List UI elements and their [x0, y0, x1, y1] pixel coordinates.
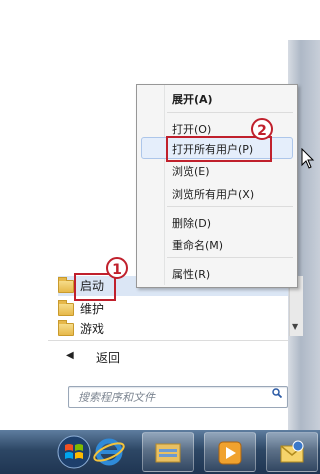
program-label: 游戏 [80, 322, 105, 336]
context-menu-gutter [164, 85, 165, 285]
menu-item-explore-all-users[interactable]: 浏览所有用户(X) [172, 186, 254, 202]
back-row[interactable] [48, 340, 288, 375]
annotation-badge-step-1: 1 [106, 257, 128, 279]
program-label: 维护 [80, 302, 105, 316]
media-player-icon [218, 441, 242, 465]
windows-start-orb-icon[interactable] [56, 432, 92, 472]
mouse-cursor-icon [301, 148, 315, 169]
menu-separator [167, 257, 293, 258]
menu-item-expand[interactable]: 展开(A) [172, 91, 213, 107]
menu-item-explore[interactable]: 浏览(E) [172, 163, 210, 179]
file-explorer-icon [155, 443, 181, 463]
annotation-box-step-2 [166, 136, 272, 162]
program-item-games[interactable]: 游戏 [58, 319, 288, 339]
back-label[interactable]: 返回 [96, 349, 120, 366]
internet-explorer-icon[interactable] [92, 434, 126, 470]
scroll-down-arrow-icon[interactable]: ▼ [292, 322, 298, 331]
folder-icon [58, 277, 74, 293]
folder-icon [58, 300, 74, 316]
menu-item-delete[interactable]: 删除(D) [172, 215, 211, 231]
search-placeholder: 搜索程序和文件 [78, 391, 155, 404]
annotation-box-step-1 [74, 273, 116, 301]
outlook-icon [280, 440, 304, 463]
menu-separator [167, 112, 293, 113]
annotation-badge-step-2: 2 [251, 118, 273, 140]
menu-item-rename[interactable]: 重命名(M) [172, 237, 223, 253]
menu-item-open[interactable]: 打开(O) [172, 121, 211, 137]
menu-item-properties[interactable]: 属性(R) [172, 266, 210, 282]
program-item-maintenance[interactable]: 维护 [58, 299, 288, 319]
folder-icon [58, 320, 74, 336]
search-icon[interactable] [272, 388, 282, 398]
menu-separator [167, 206, 293, 207]
back-arrow-icon: ◀ [66, 350, 74, 361]
